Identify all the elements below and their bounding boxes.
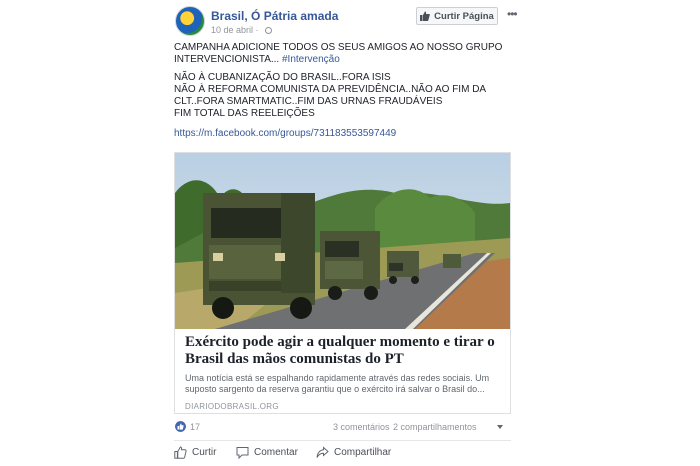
card-source-domain: DIARIODOBRASIL.ORG [185, 402, 279, 411]
meta-separator: · [255, 25, 259, 35]
like-button[interactable]: Curtir [174, 446, 216, 459]
post-date[interactable]: 10 de abril [211, 25, 253, 35]
share-button-label: Compartilhar [334, 447, 392, 458]
post-line-reeleicoes: FIM TOTAL DAS REELEIÇÕES [174, 108, 315, 119]
card-title[interactable]: Exército pode agir a qualquer momento e … [185, 334, 505, 368]
post-paragraph-slogans: NÃO À CUBANIZAÇÃO DO BRASIL..FORA ISIS N… [174, 72, 519, 120]
card-body: Exército pode agir a qualquer momento e … [185, 334, 505, 411]
reactions-dropdown-icon[interactable] [497, 425, 503, 429]
comment-icon [236, 447, 249, 459]
share-button[interactable]: Compartilhar [316, 446, 391, 459]
like-page-button[interactable]: Curtir Página [416, 7, 498, 25]
thumbs-up-icon [420, 11, 431, 21]
post-actions: Curtir Comentar Compartilhar [174, 446, 519, 464]
like-reaction-icon [175, 421, 186, 432]
post-line-reforma: NÃO À REFORMA COMUNISTA DA PREVIDÊNCIA..… [174, 84, 486, 107]
army-trucks-photo [175, 153, 510, 329]
more-icon[interactable]: ••• [507, 7, 518, 21]
comments-count[interactable]: 3 comentários [333, 422, 390, 432]
shares-count[interactable]: 2 compartilhamentos [393, 422, 477, 432]
like-button-label: Curtir [192, 447, 217, 458]
page-name-link[interactable]: Brasil, Ó Pátria amada [211, 9, 338, 23]
group-link[interactable]: https://m.facebook.com/groups/7311835535… [174, 128, 396, 139]
globe-icon [265, 27, 273, 34]
page-avatar[interactable] [175, 6, 205, 36]
post-paragraph-campaign: CAMPANHA ADICIONE TODOS OS SEUS AMIGOS A… [174, 42, 519, 66]
comment-button-label: Comentar [254, 447, 298, 458]
post-paragraph-link: https://m.facebook.com/groups/7311835535… [174, 128, 519, 140]
share-icon [316, 446, 329, 458]
post-header: Brasil, Ó Pátria amada 10 de abril · Cur… [173, 6, 525, 38]
post-stats: 17 3 comentários 2 compartilhamentos [174, 421, 519, 435]
like-count[interactable]: 17 [190, 422, 200, 432]
card-image-army-trucks[interactable] [175, 153, 510, 329]
comment-button[interactable]: Comentar [236, 446, 298, 459]
card-description: Uma notícia está se espalhando rapidamen… [185, 373, 490, 394]
link-preview-card[interactable]: Exército pode agir a qualquer momento e … [174, 152, 511, 414]
thumbs-up-icon [174, 446, 187, 459]
post-line-cubanizacao: NÃO À CUBANIZAÇÃO DO BRASIL..FORA ISIS [174, 72, 391, 83]
facebook-post: Brasil, Ó Pátria amada 10 de abril · Cur… [165, 0, 527, 466]
post-meta: 10 de abril · [211, 25, 273, 35]
post-text: CAMPANHA ADICIONE TODOS OS SEUS AMIGOS A… [174, 42, 519, 146]
actions-divider [174, 440, 511, 441]
like-page-label: Curtir Página [434, 10, 494, 22]
hashtag-link[interactable]: #Intervenção [282, 54, 340, 65]
